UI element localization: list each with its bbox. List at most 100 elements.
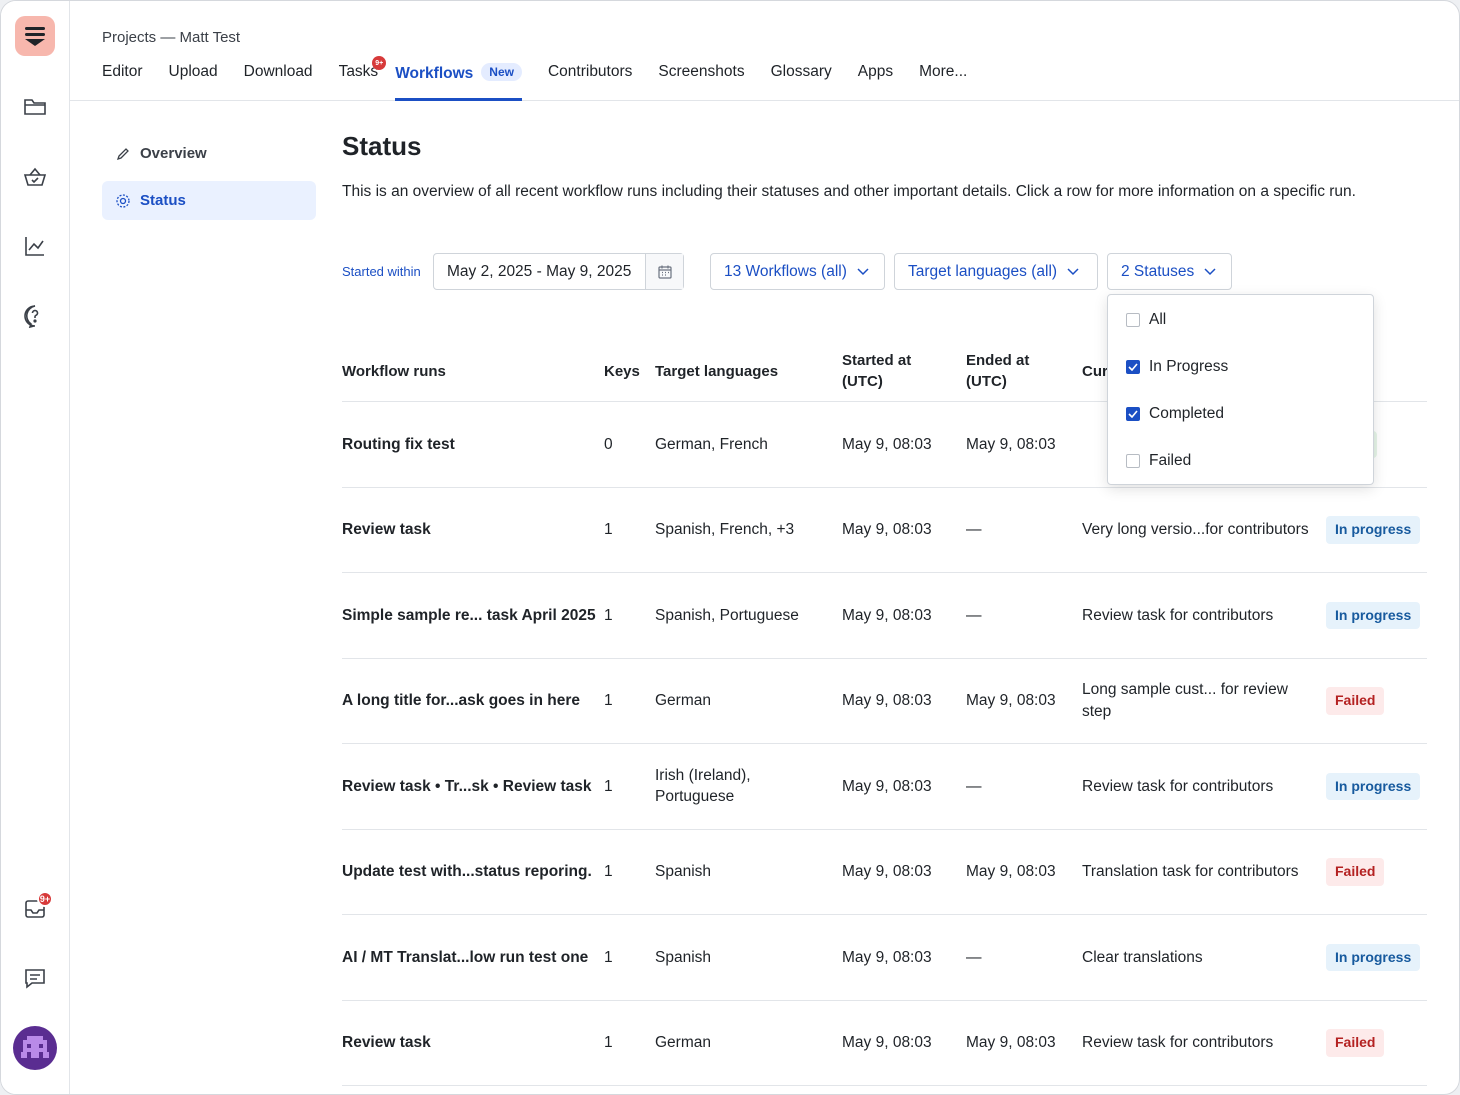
- cell-started-at-text: May 9, 08:03: [842, 948, 932, 966]
- cell-workflow-name: Routing fix test: [342, 402, 597, 487]
- cell-workflow-name-text: Simple sample re... task April 2025: [342, 606, 596, 624]
- target-languages-dropdown[interactable]: Target languages (all): [894, 253, 1098, 290]
- col-target-languages[interactable]: Target languages: [655, 361, 778, 382]
- dropdown-label: 13 Workflows (all): [724, 262, 847, 280]
- status-badge: Failed: [1326, 858, 1385, 886]
- checkbox[interactable]: [1126, 313, 1140, 327]
- col-keys[interactable]: Keys: [604, 361, 640, 382]
- cell-ended-at: —: [966, 488, 1076, 573]
- workflows-dropdown[interactable]: 13 Workflows (all): [710, 253, 885, 290]
- table-row[interactable]: Review task • Tr...sk • Review task 1 Iris…: [342, 744, 1427, 830]
- cell-started-at: May 9, 08:03: [842, 573, 957, 658]
- cell-keys-text: 1: [604, 692, 613, 709]
- cell-workflow-name: Update test with...status reporing.: [342, 830, 597, 915]
- tab-more[interactable]: More...: [919, 61, 967, 101]
- cell-status: In progress: [1326, 744, 1427, 829]
- cell-target-languages: Spanish, French, +3: [655, 488, 825, 573]
- cell-target-languages: Spanish, Portuguese: [655, 573, 825, 658]
- cell-current-step-text: Review task for contributors: [1082, 606, 1274, 624]
- breadcrumb[interactable]: Projects — Matt Test: [102, 29, 240, 46]
- cell-target-languages-text: Irish (Ireland), Portuguese: [655, 766, 751, 806]
- date-range-value[interactable]: May 2, 2025 - May 9, 2025: [434, 254, 645, 289]
- table-row[interactable]: Review task 1 German May 9, 08:03 May 9, 08:…: [342, 1001, 1427, 1086]
- tab-tasks[interactable]: Tasks 9+: [339, 56, 387, 101]
- cell-ended-at-text: —: [966, 948, 982, 966]
- cell-workflow-name-text: Update test with...status reporing.: [342, 863, 592, 880]
- option-label: Failed: [1149, 452, 1192, 469]
- status-option-all[interactable]: All: [1126, 311, 1166, 329]
- tab-contributors[interactable]: Contributors: [548, 61, 632, 101]
- cell-keys: 1: [604, 1001, 644, 1086]
- sidenav-item-overview[interactable]: Overview: [102, 134, 316, 173]
- cell-workflow-name: Review task: [342, 1001, 597, 1086]
- table-row[interactable]: Simple sample re... task April 2025 1 Span…: [342, 573, 1427, 659]
- checkbox[interactable]: [1126, 454, 1140, 468]
- cell-ended-at-text: May 9, 08:03: [966, 435, 1056, 453]
- tab-apps[interactable]: Apps: [858, 61, 893, 101]
- tab-screenshots[interactable]: Screenshots: [658, 61, 744, 101]
- statuses-dropdown[interactable]: 2 Statuses: [1107, 253, 1232, 290]
- col-started-at[interactable]: Started at (UTC): [842, 350, 942, 392]
- status-badge: Failed: [1326, 687, 1385, 715]
- cell-started-at-text: May 9, 08:03: [842, 1034, 932, 1051]
- calendar-icon[interactable]: [645, 254, 683, 289]
- table-row[interactable]: Update test with...status reporing. 1 Span…: [342, 830, 1427, 915]
- dropdown-label: Target languages (all): [908, 262, 1058, 280]
- chart-line-icon[interactable]: [15, 226, 55, 266]
- status-badge: In progress: [1326, 943, 1421, 971]
- cell-ended-at: May 9, 08:03: [966, 659, 1076, 744]
- cell-current-step: Translation task for contributors: [1082, 830, 1312, 915]
- table-row[interactable]: A long title for...ask goes in here 1 Germ…: [342, 659, 1427, 744]
- tab-workflows[interactable]: Workflows New: [395, 61, 522, 101]
- checkbox-checked[interactable]: [1126, 360, 1140, 374]
- chevron-down-icon: [1067, 267, 1079, 276]
- tab-editor[interactable]: Editor: [102, 61, 143, 101]
- sidenav-item-status[interactable]: Status: [102, 181, 316, 220]
- table-row[interactable]: Review task 1 Spanish, French, +3 May 9, 08…: [342, 488, 1427, 573]
- cell-started-at-text: May 9, 08:03: [842, 777, 932, 795]
- cell-keys-text: 0: [604, 435, 613, 453]
- inbox-icon[interactable]: 9+: [15, 889, 55, 929]
- cell-workflow-name-text: Review task: [342, 1034, 431, 1051]
- cell-status: In progress: [1326, 573, 1427, 658]
- cell-keys: 1: [604, 830, 644, 915]
- cell-target-languages-text: Spanish: [655, 948, 712, 966]
- cell-keys: 1: [604, 573, 644, 658]
- cell-started-at-text: May 9, 08:03: [842, 692, 932, 709]
- status-option-failed[interactable]: Failed: [1126, 452, 1191, 470]
- checkbox-checked[interactable]: [1126, 407, 1140, 421]
- status-badge: In progress: [1326, 601, 1421, 629]
- date-range-picker[interactable]: May 2, 2025 - May 9, 2025: [433, 253, 684, 290]
- avatar[interactable]: [13, 1026, 57, 1070]
- folder-icon[interactable]: [15, 87, 55, 127]
- tasks-badge: 9+: [372, 56, 387, 70]
- tab-label: Screenshots: [658, 63, 745, 80]
- side-nav: Overview Status: [102, 134, 316, 228]
- cell-workflow-name-text: AI / MT Translat...low run test one: [342, 948, 589, 966]
- col-current[interactable]: Cur: [1082, 361, 1108, 382]
- logo-icon[interactable]: [15, 16, 55, 56]
- status-option-in-progress[interactable]: In Progress: [1126, 358, 1228, 376]
- cell-status: Failed: [1326, 659, 1427, 744]
- tab-upload[interactable]: Upload: [169, 61, 218, 101]
- tab-label: Glossary: [770, 63, 832, 80]
- cell-started-at: May 9, 08:03: [842, 830, 957, 915]
- cell-target-languages: Irish (Ireland), Portuguese: [655, 744, 825, 829]
- status-option-completed[interactable]: Completed: [1126, 405, 1224, 423]
- cell-target-languages: German: [655, 1001, 825, 1086]
- chat-icon[interactable]: [15, 958, 55, 998]
- col-workflow-runs[interactable]: Workflow runs: [342, 361, 446, 382]
- page-description: This is an overview of all recent workfl…: [342, 183, 1356, 200]
- cell-current-step-text: Very long versio...for contributors: [1082, 521, 1309, 538]
- tab-download[interactable]: Download: [244, 61, 313, 101]
- cell-ended-at: May 9, 08:03: [966, 402, 1076, 487]
- cell-target-languages: German, French: [655, 402, 825, 487]
- table-row[interactable]: AI / MT Translat...low run test one 1 Span…: [342, 915, 1427, 1001]
- help-icon[interactable]: [15, 296, 55, 336]
- basket-check-icon[interactable]: [15, 157, 55, 197]
- cell-ended-at: —: [966, 573, 1076, 658]
- status-badge: In progress: [1326, 516, 1421, 544]
- cell-ended-at: May 9, 08:03: [966, 1001, 1076, 1086]
- tab-glossary[interactable]: Glossary: [771, 61, 832, 101]
- col-ended-at[interactable]: Ended at (UTC): [966, 350, 1066, 392]
